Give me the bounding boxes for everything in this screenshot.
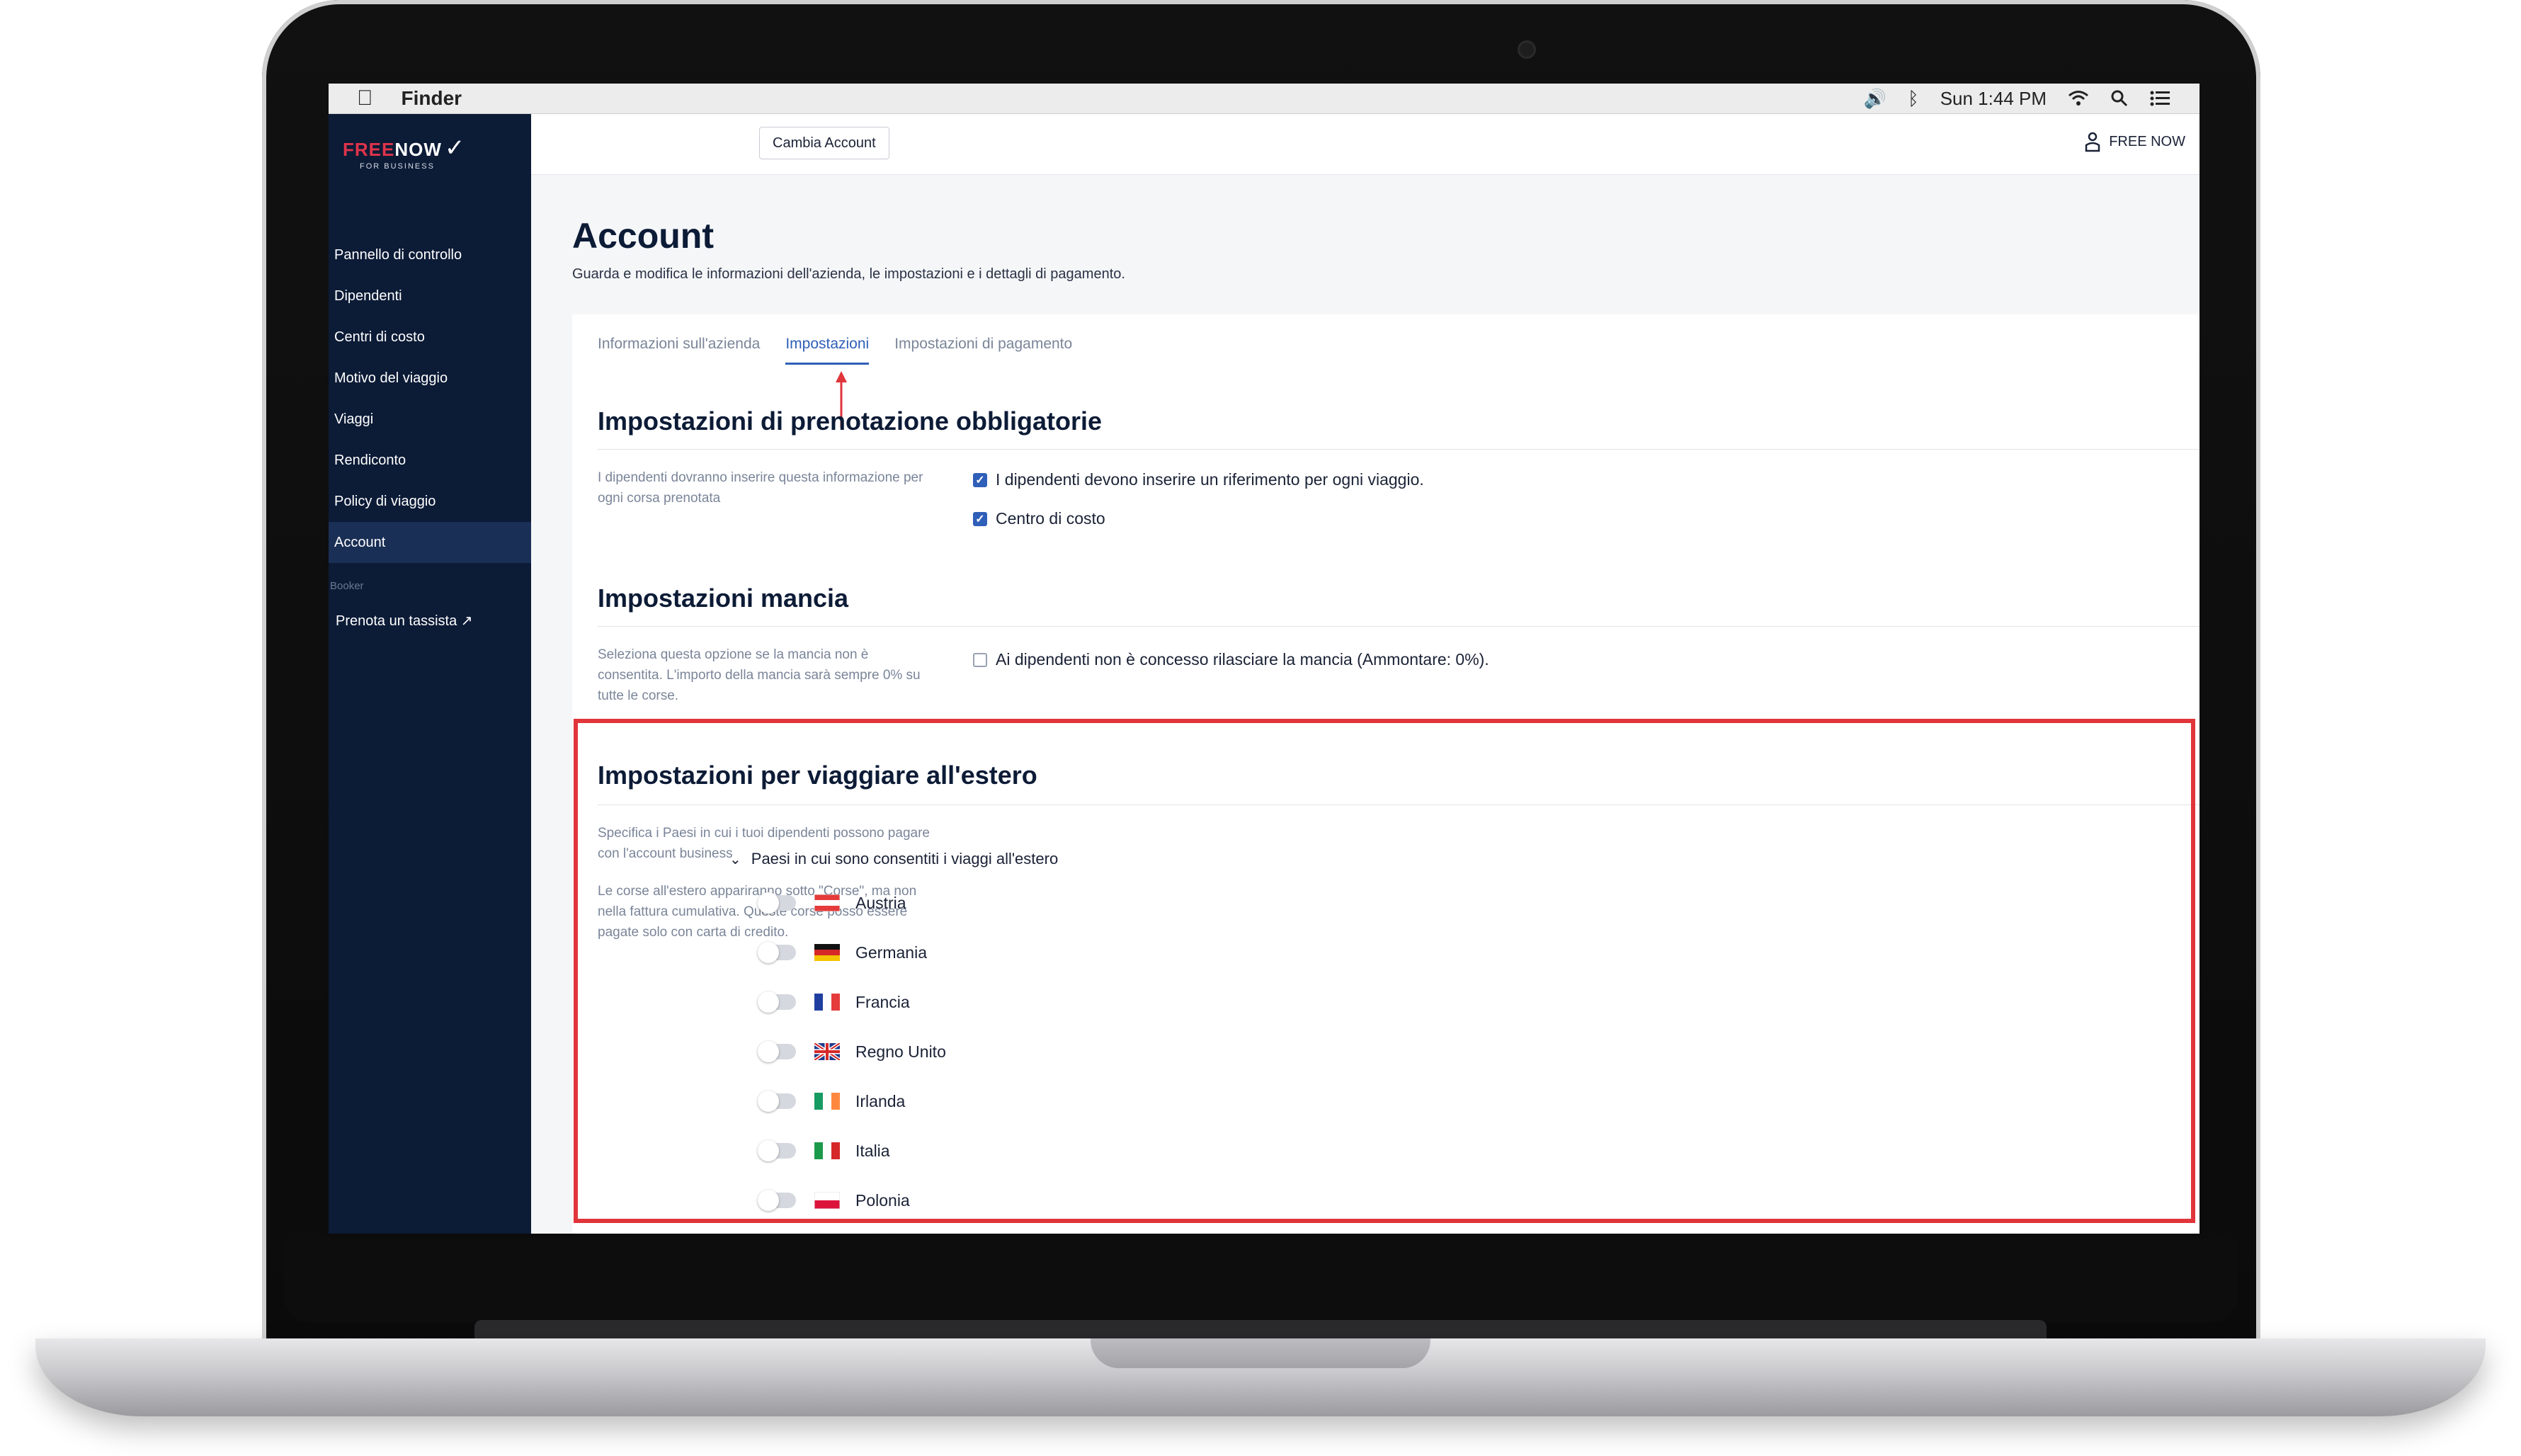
option-label: I dipendenti devono inserire un riferime… (996, 470, 1424, 489)
logo-text: FREENOW (343, 139, 442, 160)
sidebar-item-book-taxi[interactable]: Prenota un tassista ↗ (329, 600, 531, 641)
option-no-tip[interactable]: Ai dipendenti non è concesso rilasciare … (973, 650, 1489, 669)
page-title: Account (572, 216, 714, 256)
volume-icon[interactable]: 🔊 (1864, 88, 1887, 110)
annotation-highlight-box (574, 719, 2195, 1223)
divider (598, 449, 2200, 450)
checkmark-logo-icon: ✓ (444, 135, 465, 161)
laptop-notch (1091, 1338, 1430, 1368)
sidebar-item-cost-centers[interactable]: Centri di costo (329, 317, 531, 358)
sidebar-item-travel-policy[interactable]: Policy di viaggio (329, 481, 531, 522)
checkbox-checked-icon[interactable]: ✓ (973, 511, 987, 526)
sidebar-nav: Pannello di controllo Dipendenti Centri … (329, 234, 531, 641)
user-icon (2085, 132, 2100, 152)
sidebar-section-booker: Booker (330, 580, 364, 592)
option-cost-center[interactable]: ✓ Centro di costo (973, 509, 1105, 528)
search-icon[interactable] (2110, 89, 2129, 108)
section-title-mandatory: Impostazioni di prenotazione obbligatori… (598, 406, 1103, 436)
apple-icon[interactable]:  (357, 86, 373, 110)
tab-bar: Informazioni sull'azienda Impostazioni I… (598, 336, 1072, 365)
switch-account-button[interactable]: Cambia Account (759, 127, 889, 159)
menu-bar:  Finder 🔊 ᛒ Sun 1:44 PM (329, 84, 2200, 114)
option-label: Ai dipendenti non è concesso rilasciare … (996, 650, 1489, 669)
checkbox-checked-icon[interactable]: ✓ (973, 472, 987, 487)
freenow-logo[interactable]: FREENOW ✓ FOR BUSINESS (343, 134, 465, 171)
section-desc-mandatory: I dipendenti dovranno inserire questa in… (598, 470, 923, 506)
app-menu-finder[interactable]: Finder (402, 87, 462, 110)
user-menu[interactable]: FREE NOW (2085, 131, 2185, 152)
notification-center-icon[interactable] (2150, 90, 2171, 107)
tab-company-info[interactable]: Informazioni sull'azienda (598, 336, 760, 365)
user-name: FREE NOW (2109, 133, 2185, 149)
section-desc-tip: Seleziona questa opzione se la mancia no… (598, 647, 921, 703)
camera-icon (1520, 42, 1534, 57)
logo-subtitle: FOR BUSINESS (360, 162, 435, 171)
wifi-icon[interactable] (2068, 90, 2089, 107)
tab-payment-settings[interactable]: Impostazioni di pagamento (894, 336, 1072, 365)
laptop-bezel-bottom (283, 1238, 2238, 1323)
tab-settings[interactable]: Impostazioni (785, 336, 870, 365)
sidebar-item-dashboard[interactable]: Pannello di controllo (329, 234, 531, 275)
option-label: Centro di costo (996, 509, 1105, 528)
option-reference-required[interactable]: ✓ I dipendenti devono inserire un riferi… (973, 470, 1424, 489)
section-title-tip: Impostazioni mancia (598, 584, 849, 613)
sidebar-item-account[interactable]: Account (329, 522, 531, 563)
laptop-hinge (474, 1320, 2047, 1338)
sidebar-item-statement[interactable]: Rendiconto (329, 440, 531, 481)
clock[interactable]: Sun 1:44 PM (1940, 88, 2047, 110)
checkbox-unchecked-icon[interactable] (973, 652, 987, 667)
top-bar: Cambia Account FREE NOW (531, 114, 2200, 175)
menu-bar-status: 🔊 ᛒ Sun 1:44 PM (1864, 88, 2171, 110)
bluetooth-icon[interactable]: ᛒ (1908, 88, 1919, 110)
sidebar-item-employees[interactable]: Dipendenti (329, 275, 531, 317)
divider (598, 626, 2200, 627)
sidebar: FREENOW ✓ FOR BUSINESS Pannello di contro… (329, 114, 531, 1234)
sidebar-item-trip-reason[interactable]: Motivo del viaggio (329, 358, 531, 399)
sidebar-item-trips[interactable]: Viaggi (329, 399, 531, 440)
page-subtitle: Guarda e modifica le informazioni dell'a… (572, 266, 1125, 282)
screen:  Finder 🔊 ᛒ Sun 1:44 PM (329, 84, 2200, 1234)
